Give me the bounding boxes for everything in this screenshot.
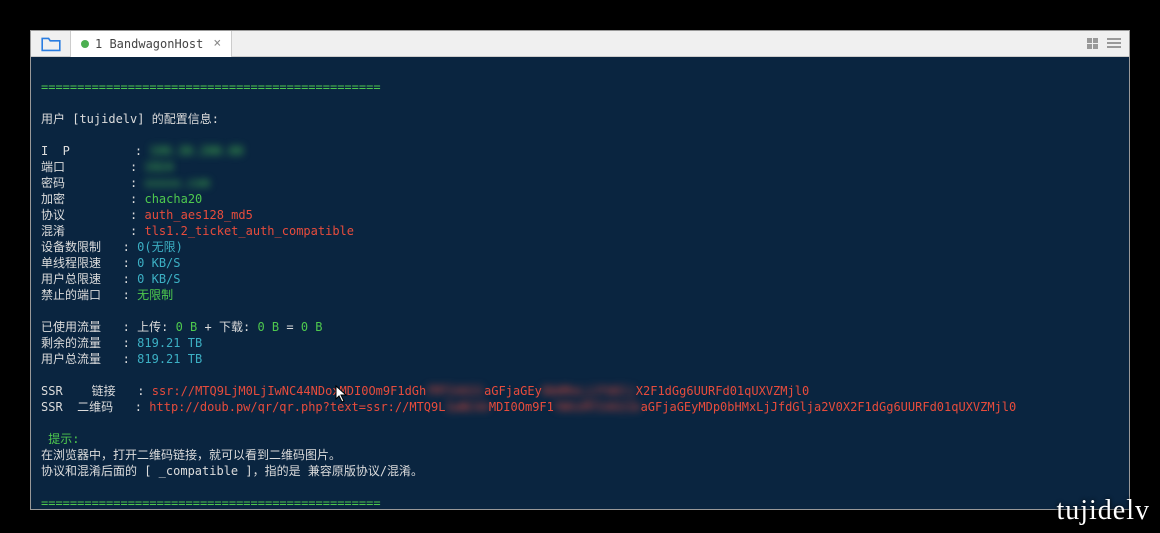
ip-value: 199.30.200.00 bbox=[149, 144, 243, 158]
list-view-icon[interactable] bbox=[1107, 38, 1121, 50]
tab-bar: 1 BandwagonHost × bbox=[31, 31, 1129, 57]
ip-key: I P : bbox=[41, 144, 142, 158]
total-key: 用户总限速 : bbox=[41, 272, 130, 286]
port-value: 1924 bbox=[144, 160, 173, 174]
qr-key: SSR 二维码 : bbox=[41, 400, 142, 414]
grid-view-icon[interactable] bbox=[1087, 38, 1101, 50]
enc-key: 加密 : bbox=[41, 192, 137, 206]
divider: ========================================… bbox=[41, 80, 381, 94]
allflow-value: 819.21 TB bbox=[137, 352, 202, 366]
single-value: 0 KB/S bbox=[137, 256, 180, 270]
qr-value: http://doub.pw/qr/qr.php?text=ssr://MTQ9… bbox=[149, 400, 1016, 414]
obfs-value: tls1.2_ticket_auth_compatible bbox=[144, 224, 354, 238]
proto-value: auth_aes128_md5 bbox=[144, 208, 252, 222]
total-value: 0 KB/S bbox=[137, 272, 180, 286]
devlim-key: 设备数限制 : bbox=[41, 240, 130, 254]
proto-key: 协议 : bbox=[41, 208, 137, 222]
divider: ========================================… bbox=[41, 496, 381, 509]
tab-bandwagonhost[interactable]: 1 BandwagonHost × bbox=[71, 31, 232, 57]
terminal-output[interactable]: ========================================… bbox=[31, 57, 1129, 509]
terminal-window: 1 BandwagonHost × ======================… bbox=[30, 30, 1130, 510]
status-dot-icon bbox=[81, 40, 89, 48]
close-icon[interactable]: × bbox=[213, 36, 221, 51]
forbid-value: 无限制 bbox=[137, 288, 173, 302]
remain-value: 819.21 TB bbox=[137, 336, 202, 350]
enc-value: chacha20 bbox=[144, 192, 202, 206]
remain-key: 剩余的流量 : bbox=[41, 336, 130, 350]
ssr-value: ssr://MTQ9LjM0LjIwNC44NDoxMDI0Om9F1dGhfM… bbox=[152, 384, 809, 398]
tip-label: 提示: bbox=[41, 432, 87, 446]
port-key: 端口 : bbox=[41, 160, 137, 174]
devlim-value: 0(无限) bbox=[137, 240, 183, 254]
pwd-value: xxxxx.com bbox=[144, 176, 209, 190]
ssr-key: SSR 链接 : bbox=[41, 384, 144, 398]
folder-icon[interactable] bbox=[31, 31, 71, 57]
tip-line-2: 协议和混淆后面的 [ _compatible ]，指的是 兼容原版协议/混淆。 bbox=[41, 464, 423, 478]
view-mode-icons bbox=[1087, 38, 1129, 50]
tip-line-1: 在浏览器中，打开二维码链接，就可以看到二维码图片。 bbox=[41, 448, 341, 462]
single-key: 单线程限速 : bbox=[41, 256, 130, 270]
obfs-key: 混淆 : bbox=[41, 224, 137, 238]
tab-title: 1 BandwagonHost bbox=[95, 37, 203, 51]
forbid-key: 禁止的端口 : bbox=[41, 288, 130, 302]
pwd-key: 密码 : bbox=[41, 176, 137, 190]
config-header: 用户 [tujidelv] 的配置信息: bbox=[41, 112, 219, 126]
allflow-key: 用户总流量 : bbox=[41, 352, 130, 366]
used-key: 已使用流量 : bbox=[41, 320, 130, 334]
